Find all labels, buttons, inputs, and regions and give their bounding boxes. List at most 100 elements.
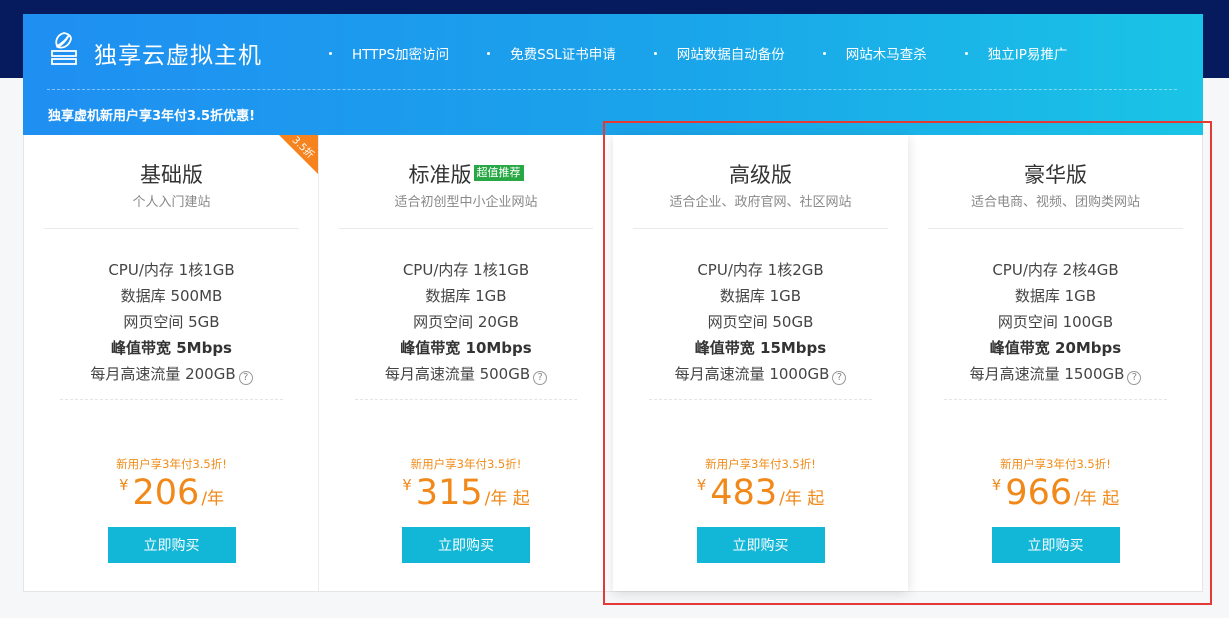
feature-label: HTTPS加密访问 bbox=[352, 47, 450, 63]
ribbon-box: 新用户享3年付3.5折! bbox=[974, 456, 1137, 472]
spec-bandwidth: 峰值带宽 15Mbps bbox=[694, 339, 827, 357]
spec-database: 数据库 1GB bbox=[425, 287, 507, 305]
divider bbox=[649, 399, 872, 400]
plan-list: 3.5折 基础版 个人入门建站 CPU/内存 1核1GB 数据库 500MB 网… bbox=[23, 135, 1203, 592]
promo-ribbon: 新用户享3年付3.5折! bbox=[908, 453, 1203, 472]
divider bbox=[633, 228, 888, 229]
question-circle-icon[interactable]: ? bbox=[238, 371, 253, 385]
spec-list: CPU/内存 1核1GB 数据库 1GB 网页空间 20GB 峰值带宽 10Mb… bbox=[319, 257, 613, 387]
spec-traffic: 每月高速流量 500GB? bbox=[319, 361, 613, 387]
ribbon-text: 新用户享3年付3.5折! bbox=[116, 457, 227, 471]
price-unit: /年 起 bbox=[1074, 489, 1120, 509]
promo-ribbon: 新用户享3年付3.5折! bbox=[319, 453, 613, 472]
spec-webspace: 网页空间 20GB bbox=[413, 313, 519, 331]
price-value: 206 bbox=[132, 473, 200, 513]
page-title: 独享云虚拟主机 bbox=[94, 43, 262, 69]
price-unit: /年 起 bbox=[779, 489, 825, 509]
divider bbox=[60, 399, 283, 400]
ribbon-text: 新用户享3年付3.5折! bbox=[705, 457, 816, 471]
buy-button[interactable]: 立即购买 bbox=[696, 527, 825, 563]
price: ¥966/年 起 bbox=[908, 473, 1203, 513]
plan-name: 基础版 bbox=[24, 159, 319, 189]
plan-name: 标准版 超值推荐 bbox=[319, 159, 613, 189]
cloud-server-leaf-icon bbox=[51, 32, 77, 65]
buy-button[interactable]: 立即购买 bbox=[402, 527, 530, 563]
spec-database: 数据库 500MB bbox=[120, 287, 223, 305]
price: ¥206/年 bbox=[24, 473, 319, 513]
question-circle-icon[interactable]: ? bbox=[533, 371, 548, 385]
plan-desc: 个人入门建站 bbox=[132, 195, 211, 210]
divider bbox=[928, 228, 1183, 229]
spec-traffic-text: 每月高速流量 1000GB bbox=[674, 365, 830, 383]
plan-name-text: 高级版 bbox=[729, 163, 792, 187]
price: ¥315/年 起 bbox=[319, 473, 613, 513]
feature-item: 网站数据自动备份 bbox=[653, 43, 785, 63]
plan-desc: 适合企业、政府官网、社区网站 bbox=[669, 195, 852, 210]
spec-cpu: CPU/内存 1核2GB bbox=[697, 261, 824, 279]
ribbon-text: 新用户享3年付3.5折! bbox=[410, 457, 522, 471]
currency-symbol: ¥ bbox=[696, 476, 707, 494]
plan-desc: 适合电商、视频、团购类网站 bbox=[970, 195, 1140, 210]
plan-desc: 适合初创型中小企业网站 bbox=[394, 195, 538, 210]
ribbon-text: 新用户享3年付3.5折! bbox=[1000, 457, 1111, 471]
ribbon-box: 新用户享3年付3.5折! bbox=[385, 456, 548, 472]
plan-name-text: 标准版 bbox=[408, 163, 472, 187]
feature-item: 独立IP易推广 bbox=[964, 43, 1068, 63]
feature-label: 网站木马查杀 bbox=[845, 47, 927, 63]
ribbon-box: 新用户享3年付3.5折! bbox=[679, 456, 842, 472]
feature-item: 免费SSL证书申请 bbox=[487, 43, 616, 63]
plan-name: 豪华版 bbox=[908, 159, 1203, 189]
feature-label: 网站数据自动备份 bbox=[676, 47, 785, 63]
promo-ribbon: 新用户享3年付3.5折! bbox=[24, 453, 319, 472]
bullet-dot-icon bbox=[653, 51, 657, 55]
feature-label: 独立IP易推广 bbox=[987, 47, 1068, 63]
bullet-dot-icon bbox=[487, 51, 491, 55]
ribbon-box: 新用户享3年付3.5折! bbox=[90, 456, 253, 472]
spec-database: 数据库 1GB bbox=[1014, 287, 1097, 305]
spec-bandwidth: 峰值带宽 5Mbps bbox=[111, 339, 232, 357]
corner-label: 3.5折 bbox=[289, 135, 316, 161]
feature-label: 免费SSL证书申请 bbox=[510, 47, 616, 63]
spec-traffic: 每月高速流量 1500GB? bbox=[908, 361, 1203, 387]
spec-webspace: 网页空间 5GB bbox=[123, 313, 220, 331]
spec-webspace: 网页空间 100GB bbox=[997, 313, 1114, 331]
spec-bandwidth: 峰值带宽 20Mbps bbox=[989, 339, 1122, 357]
feature-list: HTTPS加密访问 免费SSL证书申请 网站数据自动备份 网站木马查杀 独立IP… bbox=[329, 43, 1105, 63]
feature-item: 网站木马查杀 bbox=[822, 43, 927, 63]
spec-cpu: CPU/内存 1核1GB bbox=[402, 261, 530, 279]
price-unit: /年 起 bbox=[484, 489, 530, 509]
spec-list: CPU/内存 1核1GB 数据库 500MB 网页空间 5GB 峰值带宽 5Mb… bbox=[24, 257, 319, 387]
promo-text: 独享虚机新用户享3年付3.5折优惠! bbox=[48, 109, 256, 124]
price-value: 966 bbox=[1005, 473, 1073, 513]
divider bbox=[339, 228, 593, 229]
spec-traffic-text: 每月高速流量 500GB bbox=[384, 365, 531, 383]
spec-traffic-text: 每月高速流量 200GB bbox=[90, 365, 236, 383]
hero-divider bbox=[47, 89, 1177, 90]
plan-card-basic: 3.5折 基础版 个人入门建站 CPU/内存 1核1GB 数据库 500MB 网… bbox=[24, 135, 319, 592]
currency-symbol: ¥ bbox=[118, 476, 129, 494]
question-circle-icon[interactable]: ? bbox=[832, 371, 847, 385]
plan-card-luxury: 豪华版 适合电商、视频、团购类网站 CPU/内存 2核4GB 数据库 1GB 网… bbox=[908, 135, 1203, 592]
buy-button[interactable]: 立即购买 bbox=[107, 527, 236, 563]
buy-button[interactable]: 立即购买 bbox=[991, 527, 1120, 563]
divider bbox=[44, 228, 299, 229]
feature-item: HTTPS加密访问 bbox=[329, 43, 449, 63]
divider bbox=[944, 399, 1167, 400]
spec-webspace: 网页空间 50GB bbox=[707, 313, 814, 331]
price-value: 315 bbox=[415, 473, 483, 513]
plan-card-advanced: 高级版 适合企业、政府官网、社区网站 CPU/内存 1核2GB 数据库 1GB … bbox=[613, 135, 908, 591]
price: ¥483/年 起 bbox=[613, 473, 908, 513]
currency-symbol: ¥ bbox=[402, 476, 412, 494]
bullet-dot-icon bbox=[329, 51, 332, 55]
spec-cpu: CPU/内存 2核4GB bbox=[992, 261, 1119, 279]
recommend-badge: 超值推荐 bbox=[473, 165, 524, 181]
bullet-dot-icon bbox=[822, 51, 826, 55]
spec-traffic: 每月高速流量 200GB? bbox=[24, 361, 319, 387]
plan-name-text: 基础版 bbox=[140, 163, 203, 187]
promo-ribbon: 新用户享3年付3.5折! bbox=[613, 453, 908, 472]
spec-list: CPU/内存 2核4GB 数据库 1GB 网页空间 100GB 峰值带宽 20M… bbox=[908, 257, 1203, 387]
price-value: 483 bbox=[710, 473, 778, 513]
question-circle-icon[interactable]: ? bbox=[1127, 371, 1142, 385]
spec-cpu: CPU/内存 1核1GB bbox=[108, 261, 235, 279]
spec-database: 数据库 1GB bbox=[719, 287, 802, 305]
